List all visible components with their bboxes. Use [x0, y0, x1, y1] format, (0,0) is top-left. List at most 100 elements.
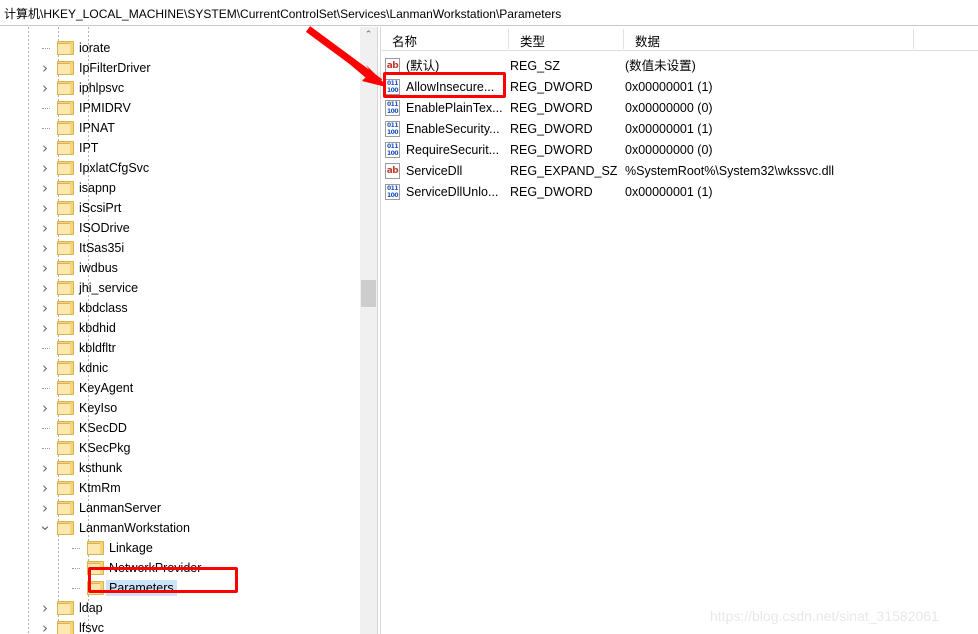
tree-item-label: IPT: [79, 141, 99, 155]
dword-value-icon: 011 100: [385, 79, 400, 95]
folder-icon: [57, 101, 74, 115]
tree-item-label: KSecDD: [79, 421, 127, 435]
tree-item-ktmrm[interactable]: KtmRm: [0, 478, 359, 498]
value-name: ServiceDll: [406, 164, 463, 178]
column-header-data[interactable]: 数据: [635, 31, 660, 50]
folder-icon: [57, 441, 74, 455]
tree-item-ipnat[interactable]: IPNAT: [0, 118, 359, 138]
chevron-right-icon[interactable]: [38, 478, 52, 498]
tree-item-kdnic[interactable]: kdnic: [0, 358, 359, 378]
tree-item-label: iphlpsvc: [79, 81, 125, 95]
tree-item-kbdhid[interactable]: kbdhid: [0, 318, 359, 338]
tree-elbow-line: [42, 428, 50, 430]
value-row[interactable]: 011 100 EnableSecurity... REG_DWORD 0x000000…: [382, 119, 978, 140]
folder-icon: [57, 261, 74, 275]
registry-value-list[interactable]: 名称 类型 数据 ab (默认) REG_SZ (数值未设置) 011 100 AllowI…: [382, 27, 978, 634]
chevron-right-icon[interactable]: [38, 78, 52, 98]
tree-item-label: KeyAgent: [79, 381, 134, 395]
column-header-name[interactable]: 名称: [392, 31, 417, 50]
value-row[interactable]: 011 100 ServiceDllUnlo... REG_DWORD 0x000000…: [382, 182, 978, 203]
value-type: REG_DWORD: [510, 122, 593, 136]
tree-item-ldap[interactable]: ldap: [0, 598, 359, 618]
chevron-right-icon[interactable]: [38, 458, 52, 478]
folder-icon: [57, 141, 74, 155]
tree-item-iscsiprt[interactable]: iScsiPrt: [0, 198, 359, 218]
tree-item-label: ksthunk: [79, 461, 123, 475]
value-row[interactable]: ab (默认) REG_SZ (数值未设置): [382, 56, 978, 77]
tree-item-ipfilterdriver[interactable]: IpFilterDriver: [0, 58, 359, 78]
chevron-right-icon[interactable]: [38, 278, 52, 298]
chevron-right-icon[interactable]: [38, 158, 52, 178]
tree-item-keyiso[interactable]: KeyIso: [0, 398, 359, 418]
folder-icon: [57, 501, 74, 515]
dword-value-icon: 011 100: [385, 121, 400, 137]
tree-item-ksthunk[interactable]: ksthunk: [0, 458, 359, 478]
folder-icon: [57, 461, 74, 475]
value-row[interactable]: 011 100 AllowInsecure... REG_DWORD 0x0000000…: [382, 77, 978, 98]
value-data: 0x00000000 (0): [625, 143, 713, 157]
tree-item-parameters[interactable]: Parameters: [0, 578, 359, 598]
folder-icon: [57, 221, 74, 235]
tree-item-keyagent[interactable]: KeyAgent: [0, 378, 359, 398]
chevron-right-icon[interactable]: [38, 318, 52, 338]
chevron-right-icon[interactable]: [38, 618, 52, 634]
value-type: REG_EXPAND_SZ: [510, 164, 618, 178]
chevron-right-icon[interactable]: [38, 398, 52, 418]
column-divider[interactable]: [623, 29, 624, 49]
address-bar[interactable]: 计算机\HKEY_LOCAL_MACHINE\SYSTEM\CurrentCon…: [0, 0, 978, 26]
chevron-right-icon[interactable]: [38, 198, 52, 218]
value-row[interactable]: ab ServiceDll REG_EXPAND_SZ %SystemRoot%\Sy…: [382, 161, 978, 182]
folder-icon: [57, 401, 74, 415]
chevron-down-icon[interactable]: [38, 518, 52, 538]
chevron-right-icon[interactable]: [38, 238, 52, 258]
tree-item-ipt[interactable]: IPT: [0, 138, 359, 158]
chevron-right-icon[interactable]: [38, 58, 52, 78]
tree-item-label: LanmanServer: [79, 501, 161, 515]
column-header-type[interactable]: 类型: [520, 31, 545, 50]
value-row[interactable]: 011 100 EnablePlainTex... REG_DWORD 0x000000…: [382, 98, 978, 119]
tree-item-ipxlatcfgsvc[interactable]: IpxlatCfgSvc: [0, 158, 359, 178]
value-type: REG_SZ: [510, 59, 561, 73]
folder-icon: [57, 521, 74, 535]
column-divider[interactable]: [913, 29, 914, 49]
tree-item-itsas35i[interactable]: ItSas35i: [0, 238, 359, 258]
tree-item-label: KtmRm: [79, 481, 121, 495]
column-divider[interactable]: [508, 29, 509, 49]
tree-item-ksecdd[interactable]: KSecDD: [0, 418, 359, 438]
folder-icon: [57, 201, 74, 215]
tree-item-iorate[interactable]: iorate: [0, 38, 359, 58]
chevron-right-icon[interactable]: [38, 298, 52, 318]
tree-item-linkage[interactable]: Linkage: [0, 538, 359, 558]
tree-item-label: ItSas35i: [79, 241, 125, 255]
tree-item-isapnp[interactable]: isapnp: [0, 178, 359, 198]
value-row[interactable]: 011 100 RequireSecurit... REG_DWORD 0x000000…: [382, 140, 978, 161]
tree-item-label: ISODrive: [79, 221, 130, 235]
tree-item-lanmanworkstation[interactable]: LanmanWorkstation: [0, 518, 359, 538]
tree-item-kbldfltr[interactable]: kbldfltr: [0, 338, 359, 358]
tree-item-iphlpsvc[interactable]: iphlpsvc: [0, 78, 359, 98]
pane-splitter[interactable]: [377, 27, 381, 634]
chevron-right-icon[interactable]: [38, 498, 52, 518]
tree-item-jhi-service[interactable]: jhi_service: [0, 278, 359, 298]
tree-elbow-line: [42, 128, 50, 130]
tree-item-isodrive[interactable]: ISODrive: [0, 218, 359, 238]
scrollbar-thumb[interactable]: [361, 280, 376, 307]
chevron-right-icon[interactable]: [38, 258, 52, 278]
registry-key-tree[interactable]: iorate IpFilterDriver iphlpsvc IPMIDRV IPNAT…: [0, 27, 359, 634]
scroll-up-arrow-icon[interactable]: ⌃: [360, 27, 377, 44]
chevron-right-icon[interactable]: [38, 178, 52, 198]
value-data: (数值未设置): [625, 59, 696, 73]
chevron-right-icon[interactable]: [38, 598, 52, 618]
tree-item-ipmidrv[interactable]: IPMIDRV: [0, 98, 359, 118]
chevron-right-icon[interactable]: [38, 358, 52, 378]
chevron-right-icon[interactable]: [38, 138, 52, 158]
tree-item-ksecpkg[interactable]: KSecPkg: [0, 438, 359, 458]
chevron-right-icon[interactable]: [38, 218, 52, 238]
tree-item-kbdclass[interactable]: kbdclass: [0, 298, 359, 318]
folder-icon: [57, 41, 74, 55]
tree-item-lanmanserver[interactable]: LanmanServer: [0, 498, 359, 518]
tree-item-networkprovider[interactable]: NetworkProvider: [0, 558, 359, 578]
tree-item-iwdbus[interactable]: iwdbus: [0, 258, 359, 278]
tree-item-lfsvc[interactable]: lfsvc: [0, 618, 359, 634]
tree-vertical-scrollbar[interactable]: ⌃: [360, 27, 377, 634]
